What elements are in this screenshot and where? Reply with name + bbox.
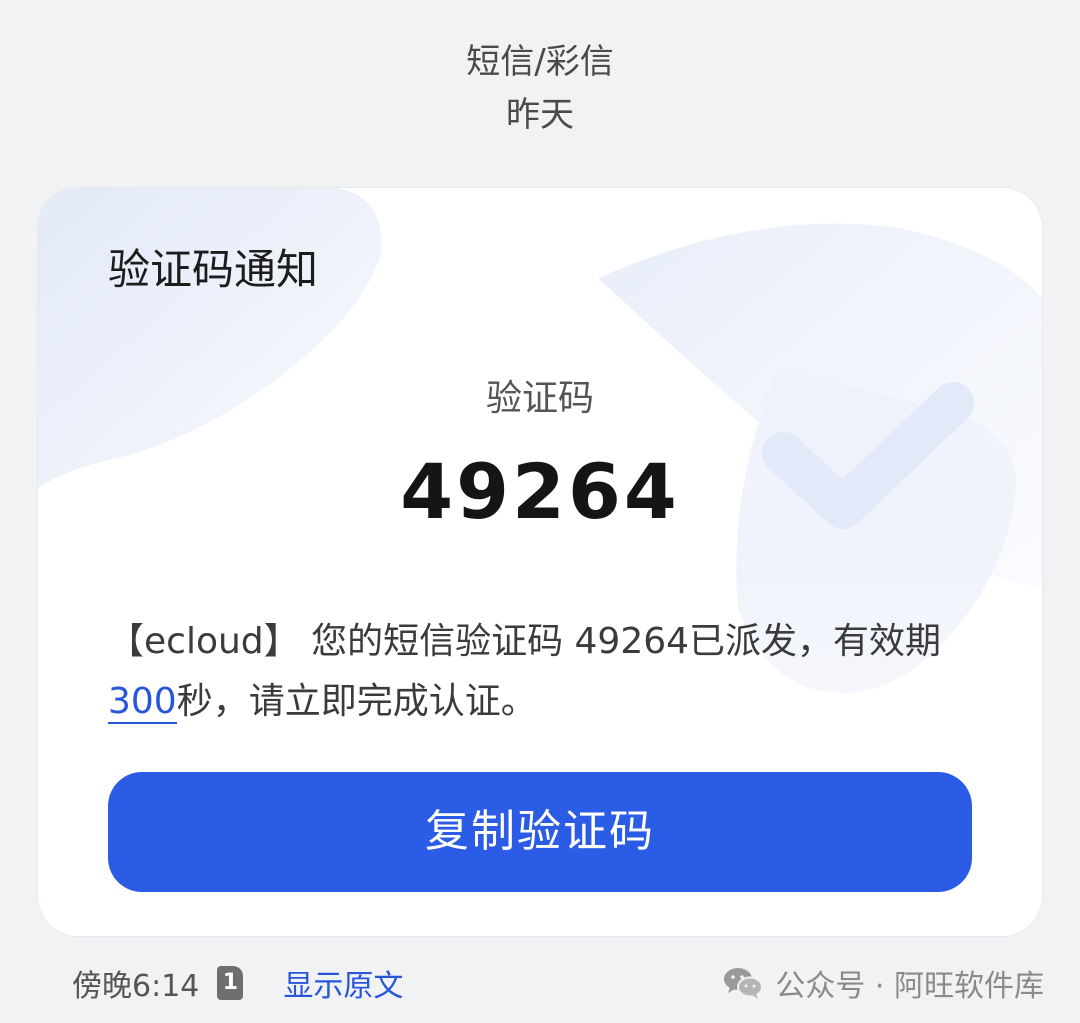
message-header: 短信/彩信 昨天 bbox=[0, 38, 1080, 140]
message-body: 【ecloud】 您的短信验证码 49264已派发，有效期 300秒，请立即完成认… bbox=[108, 612, 988, 732]
message-type-label: 短信/彩信 bbox=[466, 42, 614, 82]
message-date: 昨天 bbox=[506, 95, 574, 135]
verification-code-card: 验证码通知 验证码 49264 【ecloud】 您的短信验证码 49264已派… bbox=[38, 188, 1042, 936]
copy-code-button[interactable]: 复制验证码 bbox=[108, 772, 972, 892]
sim-card-icon: 1 bbox=[217, 966, 244, 1000]
show-original-link[interactable]: 显示原文 bbox=[283, 961, 403, 1005]
verification-code[interactable]: 49264 bbox=[38, 444, 1042, 540]
wechat-icon bbox=[724, 968, 764, 999]
message-text-after: 秒，请立即完成认证。 bbox=[176, 681, 537, 722]
message-time: 傍晚6:14 bbox=[72, 969, 200, 1004]
watermark-text: 公众号 · 阿旺软件库 bbox=[775, 969, 1044, 1004]
code-label: 验证码 bbox=[485, 378, 594, 419]
validity-seconds-link[interactable]: 300 bbox=[108, 681, 177, 724]
watermark: 公众号 · 阿旺软件库 bbox=[723, 958, 1044, 1008]
message-footer: 傍晚6:14 1 显示原文 bbox=[72, 958, 403, 1008]
message-text-before: 【ecloud】 您的短信验证码 49264已派发，有效期 bbox=[108, 621, 942, 662]
card-title: 验证码通知 bbox=[108, 245, 319, 294]
